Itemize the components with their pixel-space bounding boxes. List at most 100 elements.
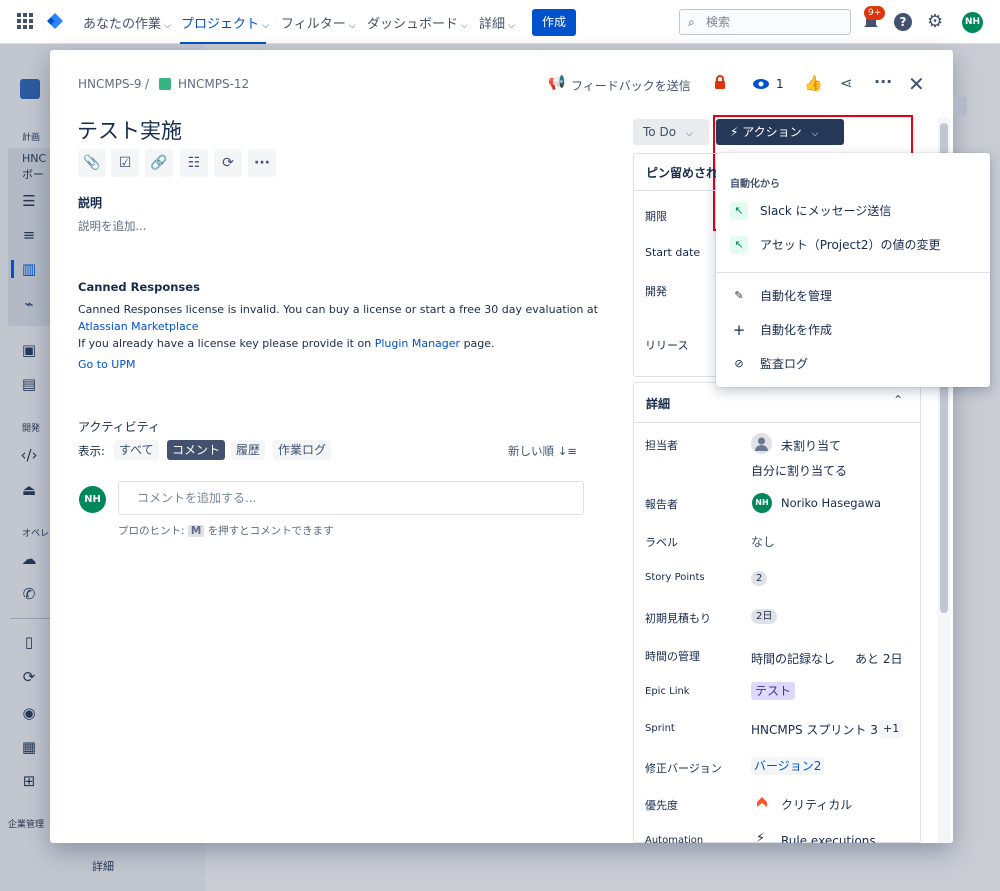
more-tools-icon[interactable]: ···: [248, 149, 276, 177]
description-placeholder[interactable]: 説明を追加...: [78, 218, 146, 234]
go-to-upm-link[interactable]: Go to UPM: [78, 358, 135, 371]
components-icon[interactable]: ◉: [20, 704, 38, 722]
sprint-value[interactable]: HNCMPS スプリント 3: [751, 721, 878, 738]
manage-automation-item[interactable]: ✎ 自動化を管理: [716, 281, 990, 311]
rule-executions-value[interactable]: Rule executions: [781, 834, 876, 843]
sprint-more-count[interactable]: +1: [879, 720, 904, 738]
issues-icon[interactable]: ▣: [20, 341, 38, 359]
settings-gear-icon[interactable]: ⚙: [927, 11, 943, 32]
audit-log-label: 監査ログ: [760, 357, 809, 371]
pro-tip-prefix: プロのヒント:: [118, 525, 185, 537]
notification-badge: 9+: [864, 6, 886, 20]
search-icon: ⌕: [688, 15, 695, 29]
field-label-story-points: Story Points: [645, 572, 705, 583]
status-dropdown[interactable]: To Do ⌵: [633, 119, 709, 145]
add-shortcut-icon[interactable]: ⊞: [20, 772, 38, 790]
releases-icon[interactable]: ⏏: [20, 481, 38, 499]
nav-more[interactable]: 詳細 ⌵: [479, 13, 515, 32]
more-actions-icon[interactable]: ···: [874, 72, 892, 91]
create-automation-item[interactable]: + 自動化を作成: [716, 315, 990, 345]
attach-icon[interactable]: 📎: [78, 149, 106, 177]
priority-value[interactable]: クリティカル: [781, 796, 852, 813]
share-icon[interactable]: ⋖: [840, 74, 853, 92]
nav-dashboards[interactable]: ダッシュボード ⌵: [367, 13, 468, 32]
tab-history[interactable]: 履歴: [231, 440, 266, 460]
field-label-time-tracking: 時間の管理: [645, 650, 700, 663]
sidebar-more-link[interactable]: 詳細: [92, 858, 114, 874]
reports-icon[interactable]: ⌁: [20, 295, 38, 313]
details-heading[interactable]: 詳細: [646, 395, 670, 412]
time-logged-value[interactable]: 時間の記録なし: [751, 650, 835, 667]
search-input[interactable]: ⌕ 検索: [679, 9, 851, 35]
subtask-icon[interactable]: ☑: [111, 149, 139, 177]
atlassian-marketplace-link[interactable]: Atlassian Marketplace: [78, 320, 199, 333]
sidebar-section-planning: 計画: [22, 133, 41, 143]
rule-asset-value-change[interactable]: ↖ アセット（Project2）の値の変更: [716, 230, 990, 260]
canned-line2-text: If you already have a license key please…: [78, 337, 372, 350]
priority-critical-icon: [756, 796, 768, 808]
assign-to-me-link[interactable]: 自分に割り当てる: [751, 462, 847, 479]
pro-tip: プロのヒント: M を押すとコメントできます: [118, 523, 334, 538]
lock-icon[interactable]: [714, 75, 726, 90]
roadmap-icon[interactable]: ☰: [20, 192, 38, 210]
comment-input[interactable]: コメントを追加する...: [118, 481, 584, 515]
pencil-icon: ✎: [734, 289, 744, 302]
automation-tool-icon[interactable]: ⟳: [214, 149, 242, 177]
watch-count: 1: [776, 77, 784, 91]
deployments-icon[interactable]: ☁: [20, 550, 38, 568]
create-button[interactable]: 作成: [532, 9, 576, 36]
field-label-automation: Automation: [645, 835, 704, 843]
original-estimate-value[interactable]: 2日: [751, 609, 778, 624]
backlog-icon[interactable]: ≡: [20, 226, 38, 244]
collapse-chevron-icon[interactable]: ⌃: [893, 393, 903, 407]
assignee-value[interactable]: 未割り当て: [781, 437, 841, 454]
field-label-labels: ラベル: [645, 536, 678, 549]
nav-your-work[interactable]: あなたの作業 ⌵: [83, 13, 171, 32]
nav-projects[interactable]: プロジェクト ⌵: [181, 13, 269, 32]
sort-order-button[interactable]: 新しい順 ↓≡: [508, 443, 577, 459]
table-icon[interactable]: ▦: [20, 738, 38, 756]
notifications-icon[interactable]: 9+: [862, 6, 886, 31]
status-label: To Do: [643, 125, 677, 139]
like-icon[interactable]: 👍: [804, 74, 823, 92]
board-icon[interactable]: ▥: [20, 260, 38, 278]
reporter-value[interactable]: Noriko Hasegawa: [781, 496, 881, 510]
close-icon[interactable]: ✕: [908, 72, 925, 96]
audit-log-item[interactable]: ⊘ 監査ログ: [716, 349, 990, 379]
child-issue-icon[interactable]: ☷: [180, 149, 208, 177]
time-remaining-value[interactable]: あと 2日: [855, 650, 902, 667]
field-label-reporter: 報告者: [645, 498, 678, 511]
watch-eye-icon[interactable]: [752, 78, 770, 90]
field-label-start-date: Start date: [645, 246, 701, 259]
labels-value[interactable]: なし: [751, 533, 775, 550]
epic-link-value[interactable]: テスト: [751, 682, 796, 700]
automation-icon[interactable]: ⟳: [20, 668, 38, 686]
calendar-icon[interactable]: ▤: [20, 375, 38, 393]
nav-filters[interactable]: フィルター ⌵: [281, 13, 356, 32]
on-call-icon[interactable]: ✆: [20, 585, 38, 603]
sidebar-divider: [10, 618, 50, 619]
issue-title[interactable]: テスト実施: [77, 115, 182, 145]
tab-all[interactable]: すべて: [114, 440, 159, 460]
help-icon[interactable]: ?: [894, 13, 912, 31]
tab-comments[interactable]: コメント: [167, 440, 226, 460]
pages-icon[interactable]: ▯: [20, 633, 38, 651]
feedback-button[interactable]: フィードバックを送信: [571, 77, 691, 94]
rule-label: アセット（Project2）の値の変更: [760, 238, 941, 252]
link-issue-icon[interactable]: 🔗: [145, 149, 173, 177]
jira-logo-icon[interactable]: [45, 12, 65, 32]
field-label-release: リリース: [645, 339, 689, 352]
action-dropdown-menu: 自動化から ↖ Slack にメッセージ送信 ↖ アセット（Project2）の…: [716, 153, 990, 387]
rule-slack-message[interactable]: ↖ Slack にメッセージ送信: [716, 196, 990, 226]
breadcrumb-issue-key[interactable]: HNCMPS-12: [178, 77, 249, 91]
plugin-manager-link[interactable]: Plugin Manager: [375, 337, 460, 350]
app-switcher-icon[interactable]: [17, 13, 33, 29]
fix-version-value[interactable]: バージョン2: [751, 757, 825, 775]
breadcrumb-parent[interactable]: HNCMPS-9: [78, 77, 142, 91]
code-icon[interactable]: ‹/›: [20, 446, 38, 464]
comment-avatar: NH: [79, 486, 106, 513]
user-avatar[interactable]: NH: [962, 12, 983, 33]
pro-tip-suffix: を押すとコメントできます: [207, 525, 334, 537]
tab-worklog[interactable]: 作業ログ: [273, 440, 332, 460]
field-label-original-estimate: 初期見積もり: [645, 612, 711, 625]
